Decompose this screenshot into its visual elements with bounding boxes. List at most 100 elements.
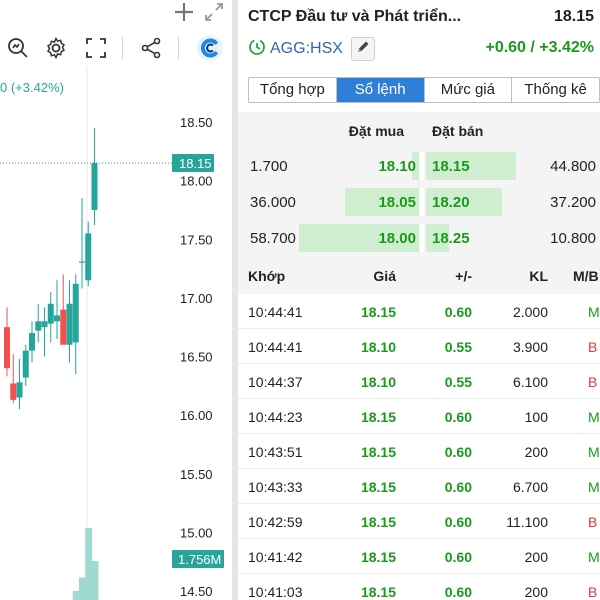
app-logo-icon[interactable] bbox=[196, 34, 224, 62]
candle-body bbox=[66, 303, 73, 345]
trade-side: B bbox=[588, 374, 598, 390]
volume-bar bbox=[72, 590, 80, 600]
ask-volume: 10.800 bbox=[550, 230, 596, 247]
bid-price[interactable]: 18.00 bbox=[378, 230, 416, 247]
bid-volume: 36.000 bbox=[250, 194, 296, 211]
trade-row[interactable]: 10:43:51 18.15 0.60 200 M bbox=[238, 434, 600, 469]
candle-body bbox=[72, 283, 79, 343]
trade-row[interactable]: 10:44:37 18.10 0.55 6.100 B bbox=[238, 364, 600, 399]
trade-row[interactable]: 10:41:42 18.15 0.60 200 M bbox=[238, 539, 600, 574]
bid-price[interactable]: 18.10 bbox=[378, 158, 416, 175]
expand-icon[interactable] bbox=[202, 0, 226, 24]
trade-volume: 2.000 bbox=[512, 304, 548, 320]
trade-time: 10:44:37 bbox=[248, 374, 303, 390]
ask-price[interactable]: 18.20 bbox=[432, 194, 470, 211]
y-axis-tick-label: 18.00 bbox=[180, 174, 213, 189]
tab-muc-gia[interactable]: Mức giá bbox=[424, 78, 513, 102]
chart-toolbar bbox=[0, 30, 232, 66]
trade-change: 0.55 bbox=[444, 374, 472, 390]
trade-price: 18.15 bbox=[360, 584, 396, 600]
edit-button[interactable] bbox=[350, 37, 375, 61]
trades-col-time: Khớp bbox=[248, 268, 286, 284]
trade-row[interactable]: 10:41:03 18.15 0.60 200 B bbox=[238, 574, 600, 600]
trade-volume: 200 bbox=[524, 444, 548, 460]
trade-side: M bbox=[588, 444, 600, 460]
fullscreen-icon[interactable] bbox=[84, 36, 108, 60]
bid-price[interactable]: 18.05 bbox=[378, 194, 416, 211]
candle-body bbox=[41, 321, 48, 328]
current-price: 18.15 bbox=[553, 8, 594, 25]
trade-change: 0.60 bbox=[444, 549, 472, 565]
trade-change: 0.60 bbox=[444, 514, 472, 530]
trade-time: 10:41:42 bbox=[248, 549, 303, 565]
candle-body bbox=[91, 163, 98, 210]
y-axis-tick-label: 18.50 bbox=[180, 115, 213, 130]
trade-change: 0.60 bbox=[444, 584, 472, 600]
bid-volume: 58.700 bbox=[250, 230, 296, 247]
bid-volume: 1.700 bbox=[250, 158, 288, 175]
trade-time: 10:44:41 bbox=[248, 339, 303, 355]
trade-row[interactable]: 10:44:41 18.15 0.60 2.000 M bbox=[238, 294, 600, 329]
candle-body bbox=[60, 309, 67, 345]
trade-price: 18.10 bbox=[360, 374, 396, 390]
candle-body bbox=[79, 261, 85, 263]
ask-volume: 37.200 bbox=[550, 194, 596, 211]
y-axis-tick-label: 16.50 bbox=[180, 350, 213, 365]
y-axis-tick-label: 17.50 bbox=[180, 232, 213, 247]
volume-bar bbox=[85, 528, 93, 600]
chart-change-label: 0 (+3.42%) bbox=[0, 80, 64, 95]
y-axis-tick-label: 15.00 bbox=[180, 525, 213, 540]
last-price-tag-label: 18.15 bbox=[179, 156, 212, 171]
candle-body bbox=[4, 327, 10, 369]
share-icon[interactable] bbox=[139, 36, 163, 60]
trade-change: 0.60 bbox=[444, 444, 472, 460]
trade-row[interactable]: 10:44:23 18.15 0.60 100 M bbox=[238, 399, 600, 434]
order-book-row: 58.700 18.00 18.25 10.800 bbox=[238, 220, 600, 256]
trade-time: 10:43:33 bbox=[248, 479, 303, 495]
chart-pane[interactable]: 18.50 18.00 17.50 17.00 16.50 16.00 15.50 15.00… bbox=[0, 0, 232, 600]
trade-volume: 200 bbox=[524, 584, 548, 600]
tab-thong-ke[interactable]: Thống kê bbox=[512, 78, 599, 102]
volume-tag-label: 1.756M bbox=[178, 552, 221, 567]
trades-col-price: Giá bbox=[373, 268, 396, 284]
search-chart-icon[interactable] bbox=[6, 36, 30, 60]
stock-info-panel: CTCP Đầu tư và Phát triển... 18.15 AGG:H… bbox=[238, 0, 600, 600]
book-divider bbox=[420, 224, 424, 252]
trades-col-side: M/B bbox=[573, 268, 599, 284]
trade-volume: 6.700 bbox=[512, 479, 548, 495]
tab-tong-hop[interactable]: Tổng hợp bbox=[249, 78, 337, 102]
book-divider bbox=[420, 188, 424, 216]
trade-time: 10:44:41 bbox=[248, 304, 303, 320]
trade-price: 18.15 bbox=[360, 304, 396, 320]
candle-body bbox=[22, 350, 29, 378]
candle-body bbox=[10, 383, 17, 400]
price-change: +0.60 / +3.42% bbox=[485, 39, 594, 56]
ticker-row: AGG:HSX bbox=[248, 36, 375, 62]
trade-side: M bbox=[588, 549, 600, 565]
trade-side: M bbox=[588, 304, 600, 320]
toolbar-separator bbox=[122, 36, 123, 60]
candle-body bbox=[54, 315, 60, 322]
trade-row[interactable]: 10:44:41 18.10 0.55 3.900 B bbox=[238, 329, 600, 364]
trade-price: 18.15 bbox=[360, 479, 396, 495]
order-book-header: Đặt mua Đặt bán bbox=[238, 112, 600, 148]
candle-body bbox=[85, 233, 92, 281]
bid-header: Đặt mua bbox=[348, 123, 404, 139]
gear-icon[interactable] bbox=[44, 36, 68, 60]
ask-price[interactable]: 18.25 bbox=[432, 230, 470, 247]
ask-price[interactable]: 18.15 bbox=[432, 158, 470, 175]
plus-icon[interactable] bbox=[172, 0, 196, 24]
tab-so-lenh[interactable]: Sổ lệnh bbox=[336, 78, 425, 102]
order-book-row: 1.700 18.10 18.15 44.800 bbox=[238, 148, 600, 184]
candle-body bbox=[29, 333, 35, 351]
y-axis-tick-label: 16.00 bbox=[180, 408, 213, 423]
order-book-row: 36.000 18.05 18.20 37.200 bbox=[238, 184, 600, 220]
ticker-symbol[interactable]: AGG:HSX bbox=[270, 40, 343, 58]
trade-volume: 6.100 bbox=[512, 374, 548, 390]
trade-price: 18.10 bbox=[360, 339, 396, 355]
trade-row[interactable]: 10:42:59 18.15 0.60 11.100 B bbox=[238, 504, 600, 539]
trade-time: 10:42:59 bbox=[248, 514, 303, 530]
trade-price: 18.15 bbox=[360, 514, 396, 530]
trade-row[interactable]: 10:43:33 18.15 0.60 6.700 M bbox=[238, 469, 600, 504]
trades-col-change: +/- bbox=[455, 268, 472, 284]
